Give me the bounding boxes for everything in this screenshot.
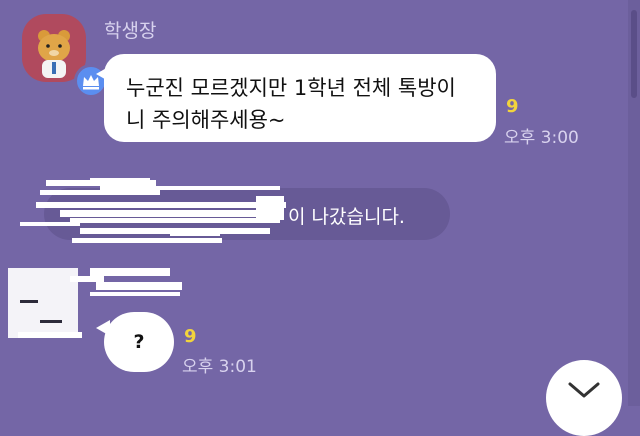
redaction-mark <box>90 268 170 276</box>
system-notice-text: 이 나갔습니다. <box>288 206 405 228</box>
message-text-line-1: 누군진 모르겠지만 1학년 전체 톡방이 <box>126 76 456 100</box>
scrollbar-thumb[interactable] <box>631 10 637 98</box>
sender-name: 학생장 <box>104 20 157 42</box>
message-bubble[interactable]: ? <box>96 312 174 372</box>
redaction-mark <box>70 218 280 223</box>
redaction-mark <box>90 292 180 296</box>
unread-count: 9 <box>184 326 197 347</box>
redaction-mark <box>170 232 220 236</box>
redaction-mark <box>90 178 150 182</box>
redaction-mark <box>96 282 182 290</box>
message-time: 오후 3:01 <box>182 357 257 377</box>
message-bubble[interactable]: 누군진 모르겠지만 1학년 전체 톡방이 니 주의해주세용~ <box>96 54 496 142</box>
redaction-mark <box>40 320 62 323</box>
chevron-down-icon <box>568 382 600 398</box>
redaction-mark <box>18 332 82 338</box>
redaction-mark <box>36 202 286 208</box>
redaction-mark <box>20 300 38 303</box>
unread-count: 9 <box>506 96 519 117</box>
scroll-to-bottom-button[interactable] <box>546 360 622 436</box>
redaction-mark <box>100 186 280 190</box>
redaction-mark <box>60 210 260 217</box>
profile-avatar[interactable] <box>22 14 108 98</box>
message-text-line-2: 니 주의해주세용~ <box>126 108 286 132</box>
redaction-mark <box>72 238 222 243</box>
redacted-avatar <box>8 268 78 338</box>
scrollbar[interactable] <box>628 0 640 406</box>
message-time: 오후 3:00 <box>504 128 579 148</box>
redaction-mark <box>40 190 160 195</box>
redaction-mark <box>256 196 284 220</box>
